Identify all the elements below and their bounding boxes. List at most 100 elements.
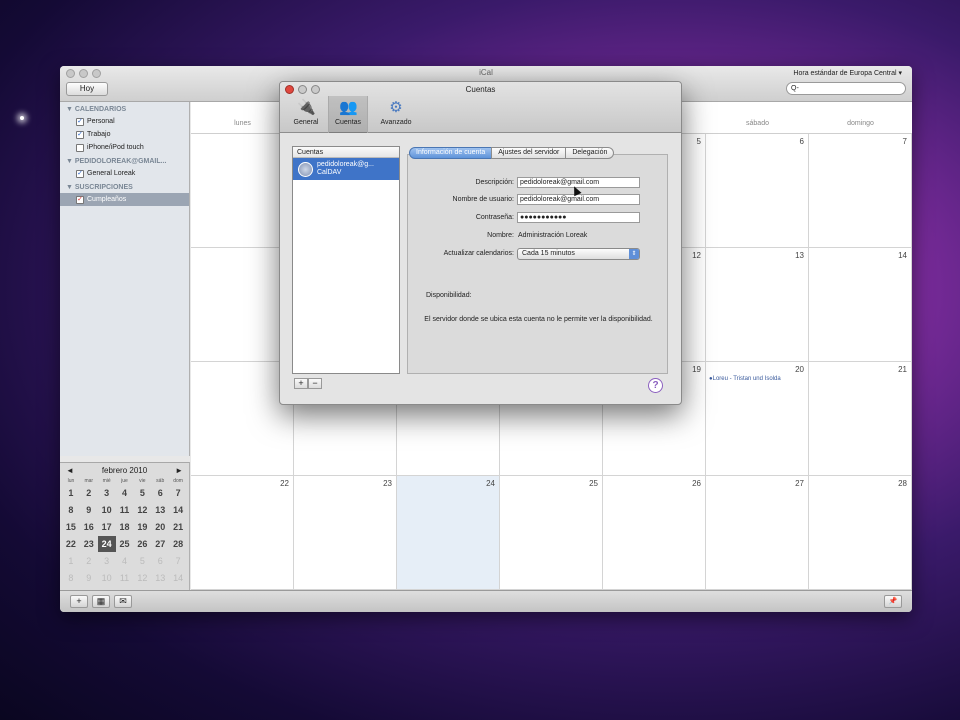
- mini-calendar-day[interactable]: 20: [151, 519, 169, 535]
- day-cell[interactable]: 6: [706, 134, 809, 248]
- mini-calendar-day[interactable]: 21: [169, 519, 187, 535]
- mini-calendar-day[interactable]: 23: [80, 536, 98, 552]
- username-field[interactable]: pedidoloreak@gmail.com: [517, 194, 640, 205]
- mini-calendar-day[interactable]: 16: [80, 519, 98, 535]
- day-cell[interactable]: 14: [809, 248, 912, 362]
- day-cell[interactable]: 27: [706, 476, 809, 590]
- mini-calendar-day[interactable]: 4: [116, 485, 134, 501]
- account-row[interactable]: pedidoloreak@g... CalDAV: [293, 158, 399, 180]
- add-calendar-button[interactable]: +: [70, 595, 88, 608]
- mini-calendar-day[interactable]: 15: [62, 519, 80, 535]
- checkbox-icon[interactable]: ✓: [76, 117, 84, 126]
- mini-calendar-day[interactable]: 18: [116, 519, 134, 535]
- mini-calendar-day[interactable]: 14: [169, 502, 187, 518]
- mini-calendar-toggle-button[interactable]: ▦: [92, 595, 110, 608]
- mini-calendar-day[interactable]: 6: [151, 553, 169, 569]
- mini-calendar-day[interactable]: 14: [169, 570, 187, 586]
- checkbox-icon[interactable]: ✓: [76, 130, 84, 139]
- account-tab[interactable]: Delegación: [565, 147, 615, 159]
- calendar-item[interactable]: iPhone/iPod touch: [60, 141, 189, 154]
- account-tab[interactable]: Ajustes del servidor: [491, 147, 567, 159]
- mini-calendar-day[interactable]: 10: [98, 502, 116, 518]
- sidebar-section-header[interactable]: ▼ SUSCRIPCIONES: [60, 182, 189, 193]
- mini-calendar-day[interactable]: 22: [62, 536, 80, 552]
- mini-calendar-day[interactable]: 7: [169, 485, 187, 501]
- help-button[interactable]: ?: [648, 378, 663, 393]
- refresh-interval-select[interactable]: Cada 15 minutos ⇕: [517, 248, 640, 260]
- mini-calendar-day[interactable]: 8: [62, 570, 80, 586]
- mini-calendar-day[interactable]: 28: [169, 536, 187, 552]
- mini-calendar-day[interactable]: 2: [80, 553, 98, 569]
- mini-calendar-day[interactable]: 6: [151, 485, 169, 501]
- day-number: 5: [696, 137, 701, 146]
- account-info-pane: Descripción: pedidoloreak@gmail.com Nomb…: [407, 154, 668, 374]
- day-cell[interactable]: 7: [809, 134, 912, 248]
- mini-calendar-day[interactable]: 3: [98, 485, 116, 501]
- general-tab[interactable]: 🔌 General: [286, 96, 326, 133]
- mini-calendar-day[interactable]: 12: [133, 502, 151, 518]
- day-cell[interactable]: 26: [603, 476, 706, 590]
- today-button[interactable]: Hoy: [66, 82, 108, 96]
- advanced-tab-label: Avanzado: [380, 119, 412, 126]
- calendar-item[interactable]: ✓ General Loreak: [60, 167, 189, 180]
- mini-calendar-day[interactable]: 24: [97, 536, 116, 552]
- day-cell[interactable]: 13: [706, 248, 809, 362]
- day-cell[interactable]: 28: [809, 476, 912, 590]
- mini-calendar-day[interactable]: 13: [151, 502, 169, 518]
- checkbox-icon[interactable]: ✓: [76, 169, 84, 178]
- advanced-tab[interactable]: ⚙ Avanzado: [376, 96, 416, 133]
- mini-calendar-day[interactable]: 26: [133, 536, 151, 552]
- day-cell[interactable]: 21: [809, 362, 912, 476]
- calendar-item[interactable]: ✓ Cumpleaños: [60, 193, 189, 206]
- add-account-button[interactable]: +: [294, 378, 308, 389]
- mini-calendar-day[interactable]: 11: [116, 570, 134, 586]
- mini-calendar-day[interactable]: 8: [62, 502, 80, 518]
- mini-calendar-day[interactable]: 7: [169, 553, 187, 569]
- next-month-button[interactable]: ►: [175, 466, 183, 475]
- mini-calendar-day[interactable]: 10: [98, 570, 116, 586]
- mini-calendar-day[interactable]: 11: [116, 502, 134, 518]
- mini-calendar-day[interactable]: 25: [116, 536, 134, 552]
- mini-calendar-day[interactable]: 27: [151, 536, 169, 552]
- mini-calendar-month: febrero 2010: [101, 466, 148, 475]
- mini-calendar-day[interactable]: 17: [98, 519, 116, 535]
- sidebar-section-header[interactable]: ▼ CALENDARIOS: [60, 104, 189, 115]
- notifications-button[interactable]: ✉: [114, 595, 132, 608]
- accounts-tab[interactable]: 👥 Cuentas: [328, 96, 368, 133]
- timezone-menu[interactable]: Hora estándar de Europa Central ▾: [793, 69, 902, 77]
- mini-calendar-day[interactable]: 1: [62, 485, 80, 501]
- refresh-label: Actualizar calendarios:: [443, 250, 514, 257]
- prev-month-button[interactable]: ◄: [66, 466, 74, 475]
- day-number: 20: [795, 365, 804, 374]
- sidebar-section-header[interactable]: ▼ PEDIDOLOREAK@GMAIL...: [60, 156, 189, 167]
- mini-calendar-day[interactable]: 12: [133, 570, 151, 586]
- mini-calendar-day[interactable]: 9: [80, 502, 98, 518]
- checkbox-icon[interactable]: ✓: [76, 195, 84, 204]
- day-cell[interactable]: 23: [294, 476, 397, 590]
- remove-account-button[interactable]: −: [308, 378, 322, 389]
- day-number: 26: [692, 479, 701, 488]
- day-cell[interactable]: 20 ●Loreu - Tristan und Isolda: [706, 362, 809, 476]
- mini-calendar-day[interactable]: 9: [80, 570, 98, 586]
- search-input[interactable]: Q-: [786, 82, 906, 95]
- day-cell[interactable]: 22: [191, 476, 294, 590]
- mini-calendar-day[interactable]: 19: [133, 519, 151, 535]
- mini-calendar-day[interactable]: 5: [133, 485, 151, 501]
- mini-calendar-day[interactable]: 3: [98, 553, 116, 569]
- pin-icon[interactable]: 📌: [884, 595, 902, 608]
- checkbox-icon[interactable]: [76, 143, 84, 152]
- calendar-item[interactable]: ✓ Trabajo: [60, 128, 189, 141]
- account-tab[interactable]: Información de cuenta: [409, 147, 493, 159]
- name-value: Administración Loreak: [518, 232, 588, 239]
- calendar-item[interactable]: ✓ Personal: [60, 115, 189, 128]
- day-cell[interactable]: 25: [500, 476, 603, 590]
- mini-calendar-day[interactable]: 4: [116, 553, 134, 569]
- mini-calendar-day[interactable]: 13: [151, 570, 169, 586]
- day-cell[interactable]: 24: [397, 476, 500, 590]
- calendar-event[interactable]: ●Loreu - Tristan und Isolda: [709, 376, 781, 382]
- mini-calendar-day[interactable]: 2: [80, 485, 98, 501]
- password-field[interactable]: ●●●●●●●●●●●: [517, 212, 640, 223]
- mini-calendar-day[interactable]: 5: [133, 553, 151, 569]
- accounts-list-header: Cuentas: [293, 147, 399, 158]
- mini-calendar-day[interactable]: 1: [62, 553, 80, 569]
